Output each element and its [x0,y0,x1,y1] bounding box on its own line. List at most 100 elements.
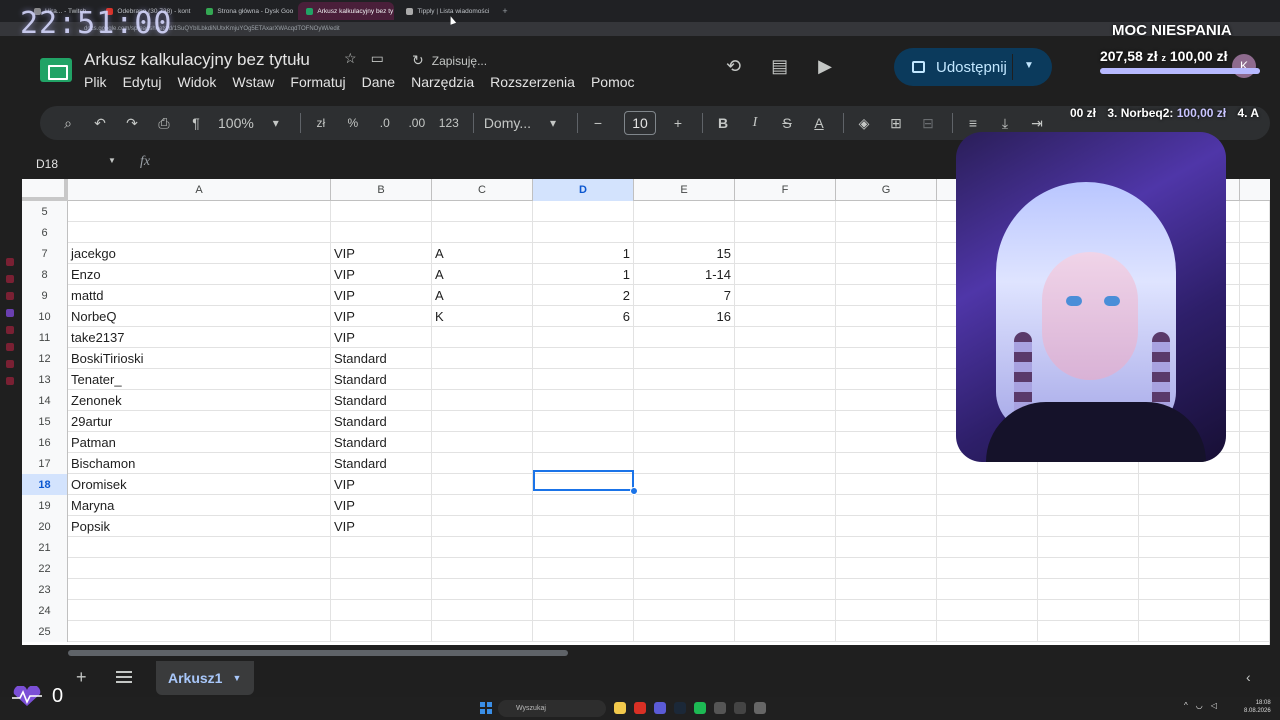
all-sheets-icon[interactable] [116,671,132,683]
cell-c[interactable] [432,537,533,558]
menu-tools[interactable]: Narzędzia [411,74,474,90]
address-bar[interactable]: docs.google.com/spreadsheets/d/1SuQYbILb… [0,22,1280,36]
cell-i[interactable] [1038,600,1139,621]
cell-h[interactable] [937,516,1038,537]
cell-f[interactable] [735,432,836,453]
font-size-decrease-icon[interactable]: − [584,109,612,137]
print-icon[interactable]: ⎙ [150,109,178,137]
cell-f[interactable] [735,537,836,558]
cell-j[interactable] [1139,579,1240,600]
meet-icon[interactable]: ▶ [818,56,832,77]
cell-f[interactable] [735,327,836,348]
chevron-down-icon[interactable]: ▼ [1024,60,1034,71]
windows-start-icon[interactable] [480,702,492,714]
cell-h[interactable] [937,537,1038,558]
font-select[interactable]: Domy... [480,109,535,137]
cell-b[interactable]: VIP [331,285,432,306]
menu-format[interactable]: Formatuj [290,74,345,90]
tray-chevron-up-icon[interactable]: ^ [1184,701,1188,710]
cell-j[interactable] [1139,558,1240,579]
avatar[interactable]: K [1232,54,1256,78]
cell-g[interactable] [836,285,937,306]
file-explorer-icon[interactable] [614,702,626,714]
cell-i[interactable] [1038,579,1139,600]
add-sheet-button[interactable]: + [76,667,87,688]
cell-j[interactable] [1139,537,1240,558]
cell-b[interactable]: VIP [331,474,432,495]
select-all-corner[interactable] [22,179,68,201]
volume-icon[interactable]: ◁ [1211,701,1217,710]
row-header[interactable]: 18 [22,474,68,495]
cell-f[interactable] [735,369,836,390]
text-color-button[interactable]: A [805,109,833,137]
row-header[interactable]: 8 [22,264,68,285]
cell-e[interactable] [634,516,735,537]
cell-i[interactable] [1038,495,1139,516]
cell-g[interactable] [836,474,937,495]
row-header[interactable]: 22 [22,558,68,579]
cell-c[interactable] [432,201,533,222]
cell-d[interactable] [533,201,634,222]
cell-i[interactable] [1038,474,1139,495]
cell-c[interactable] [432,558,533,579]
cell-e[interactable]: 15 [634,243,735,264]
cell-f[interactable] [735,621,836,642]
menu-data[interactable]: Dane [362,74,395,90]
cell-b[interactable]: Standard [331,390,432,411]
row-header[interactable]: 16 [22,432,68,453]
browser-tab[interactable]: Strona główna - Dysk Goo [198,2,294,20]
taskbar-search[interactable]: Wyszukaj [498,700,606,717]
row-header[interactable]: 19 [22,495,68,516]
cell-c[interactable] [432,411,533,432]
cell-j[interactable] [1139,516,1240,537]
cell-e[interactable]: 16 [634,306,735,327]
font-size-input[interactable]: 10 [624,111,657,135]
cell-e[interactable] [634,222,735,243]
cell-e[interactable] [634,411,735,432]
cell-g[interactable] [836,411,937,432]
cell-c[interactable] [432,348,533,369]
cell-f[interactable] [735,348,836,369]
cell-g[interactable] [836,327,937,348]
cell-j[interactable] [1139,621,1240,642]
star-icon[interactable]: ☆ [344,50,357,67]
cell-g[interactable] [836,390,937,411]
fill-color-icon[interactable]: ◈ [850,109,878,137]
cell-g[interactable] [836,579,937,600]
cell-b[interactable]: Standard [331,432,432,453]
column-header[interactable]: A [68,179,331,201]
cell-b[interactable] [331,537,432,558]
cell-f[interactable] [735,516,836,537]
cell-e[interactable] [634,621,735,642]
cell-g[interactable] [836,348,937,369]
cell-e[interactable]: 7 [634,285,735,306]
percent-format-button[interactable]: % [339,109,367,137]
menu-file[interactable]: Plik [84,74,107,90]
cell-c[interactable] [432,222,533,243]
cell-c[interactable] [432,453,533,474]
column-header[interactable]: E [634,179,735,201]
cell-c[interactable] [432,390,533,411]
cell-h[interactable] [937,579,1038,600]
chevron-down-icon[interactable]: ▾ [539,109,567,137]
strikethrough-button[interactable]: S [773,109,801,137]
cell-g[interactable] [836,432,937,453]
cell-a[interactable]: take2137 [68,327,331,348]
cell-j[interactable] [1139,495,1240,516]
cell-f[interactable] [735,474,836,495]
tray-clock[interactable]: 18:08 8.08.2026 [1244,699,1271,715]
column-header-selected[interactable]: D [533,179,634,201]
cell-b[interactable]: VIP [331,264,432,285]
cell-f[interactable] [735,495,836,516]
cell-a[interactable]: Maryna [68,495,331,516]
selected-cell[interactable] [533,470,634,491]
cell-a[interactable] [68,600,331,621]
cell-a[interactable]: Tenater_ [68,369,331,390]
sheets-logo-icon[interactable] [40,58,72,82]
cell-g[interactable] [836,264,937,285]
share-button[interactable]: Udostępnij ▼ [894,48,1052,86]
cell-a[interactable] [68,537,331,558]
cell-f[interactable] [735,558,836,579]
column-header[interactable]: F [735,179,836,201]
cell-b[interactable]: Standard [331,411,432,432]
